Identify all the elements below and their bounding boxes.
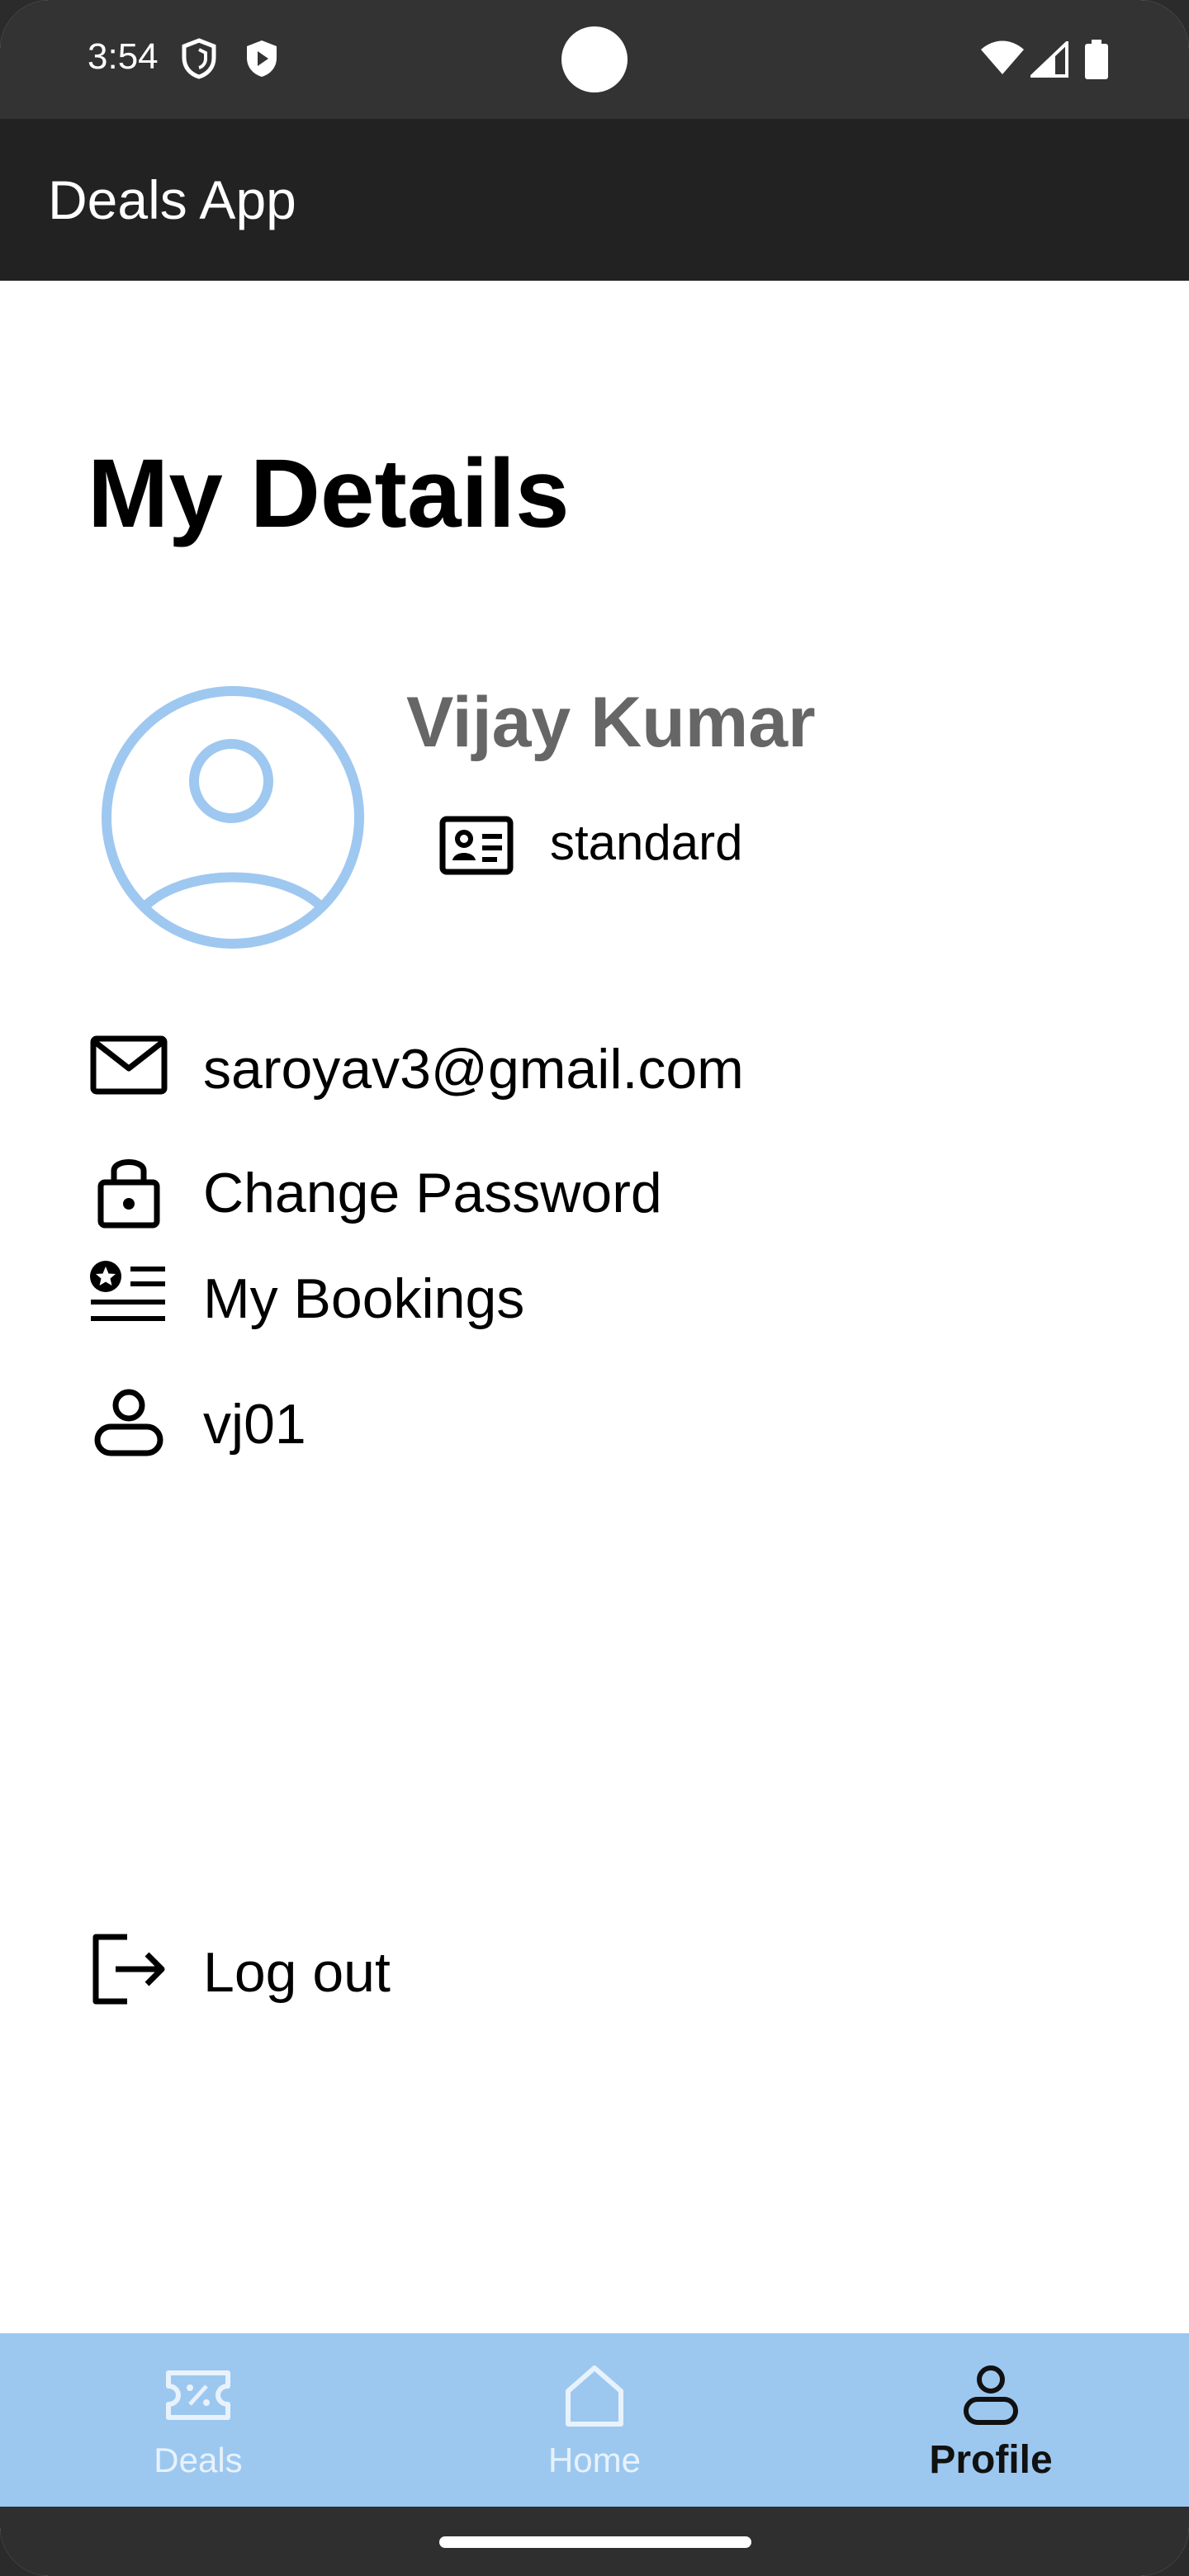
nav-item-profile[interactable]: Profile — [793, 2333, 1189, 2507]
email-row[interactable]: saroyav3@gmail.com — [88, 1024, 1078, 1115]
logout-icon — [88, 1927, 170, 2010]
status-bar: 3:54 — [0, 0, 1189, 119]
nav-item-deals[interactable]: Deals — [0, 2333, 396, 2507]
membership-label: standard — [550, 815, 743, 870]
logout-row[interactable]: Log out — [88, 1927, 1078, 2018]
page-title: My Details — [88, 439, 570, 548]
mail-icon — [88, 1024, 170, 1106]
email-label: saroyav3@gmail.com — [203, 1038, 744, 1101]
bottom-navigation: Deals Home Profile — [0, 2333, 1189, 2507]
phone-screen: 3:54 Deals App My Details Vijay Kumar st… — [0, 0, 1189, 2576]
nav-label-deals: Deals — [154, 2441, 243, 2479]
app-bar: Deals App — [0, 119, 1189, 281]
change-password-label: Change Password — [203, 1162, 662, 1224]
nav-item-home[interactable]: Home — [396, 2333, 793, 2507]
user-icon — [88, 1379, 170, 1461]
change-password-row[interactable]: Change Password — [88, 1148, 1078, 1238]
user-icon — [950, 2358, 1032, 2432]
gesture-bar — [0, 2507, 1189, 2576]
user-name: Vijay Kumar — [406, 683, 816, 762]
front-camera — [561, 26, 628, 92]
bookings-list-icon — [88, 1253, 170, 1336]
nav-label-profile: Profile — [929, 2438, 1053, 2482]
nav-label-home: Home — [547, 2441, 642, 2479]
lock-icon — [88, 1148, 170, 1230]
my-bookings-label: My Bookings — [203, 1267, 525, 1330]
ticket-percent-icon — [157, 2358, 239, 2432]
username-label: vj01 — [203, 1393, 306, 1456]
status-time: 3:54 — [88, 36, 159, 77]
username-row: vj01 — [88, 1379, 1078, 1470]
my-bookings-row[interactable]: My Bookings — [88, 1253, 1078, 1344]
profile-content: My Details Vijay Kumar standard saroyav3… — [0, 281, 1189, 2333]
wifi-icon — [979, 40, 1026, 80]
home-icon — [553, 2358, 636, 2432]
vpn-shield-icon — [180, 38, 218, 83]
gesture-handle[interactable] — [439, 2536, 751, 2548]
play-protect-icon — [243, 38, 281, 83]
logout-label: Log out — [203, 1941, 391, 2004]
cellular-signal-icon — [1028, 39, 1068, 82]
avatar — [101, 685, 365, 949]
membership-card-icon — [439, 816, 514, 875]
app-title: Deals App — [48, 169, 296, 230]
battery-icon — [1085, 40, 1108, 83]
